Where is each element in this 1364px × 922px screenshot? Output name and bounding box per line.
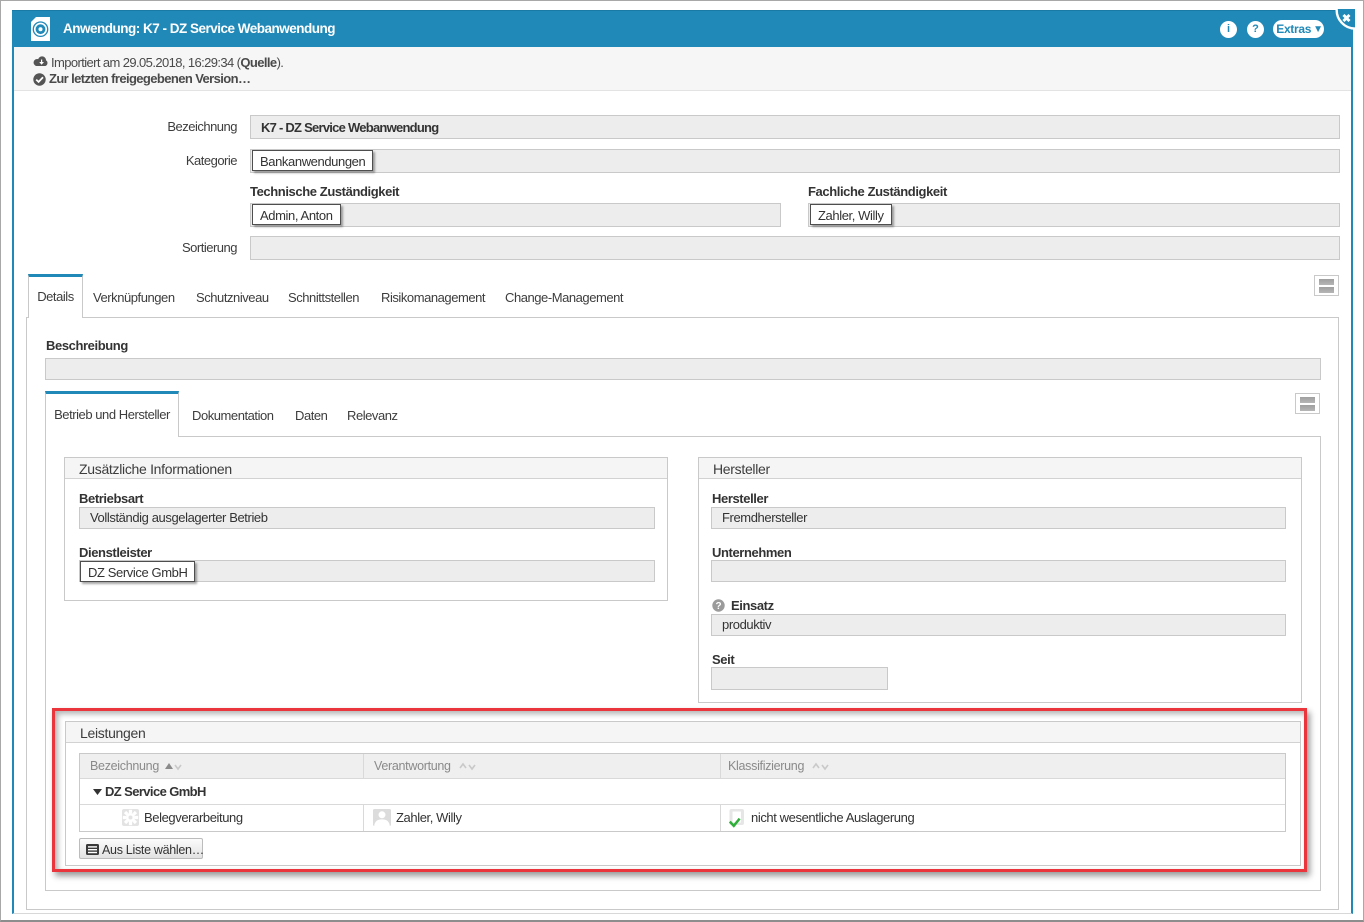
svg-text:?: ?: [715, 601, 721, 612]
svg-text:✖: ✖: [1342, 13, 1351, 25]
